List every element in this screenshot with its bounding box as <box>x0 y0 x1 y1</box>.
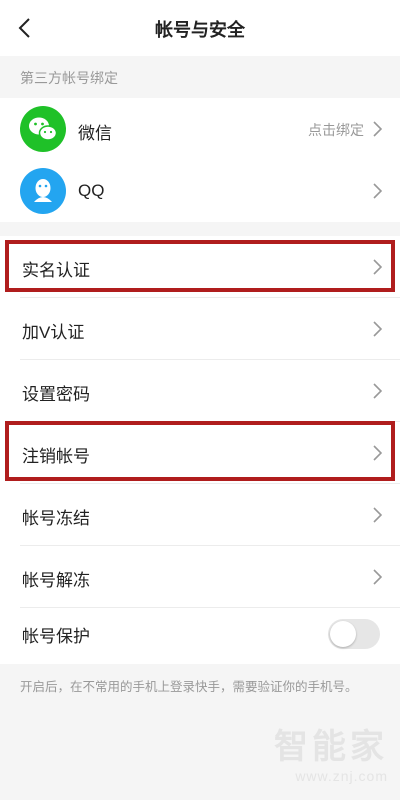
wechat-bind-status: 点击绑定 <box>308 122 364 138</box>
chevron-right-icon <box>373 569 382 585</box>
wechat-label: 微信 <box>78 124 112 143</box>
protection-label: 帐号保护 <box>22 627 90 646</box>
watermark: 智能家 www.znj.com <box>274 719 388 784</box>
settings-row-password[interactable]: 设置密码 <box>0 360 400 422</box>
unfreeze-label: 帐号解冻 <box>22 571 90 590</box>
settings-row-freeze[interactable]: 帐号冻结 <box>0 484 400 546</box>
chevron-right-icon <box>373 121 382 137</box>
chevron-right-icon <box>373 259 382 275</box>
settings-row-real-name[interactable]: 实名认证 <box>0 236 400 298</box>
chevron-right-icon <box>373 183 382 199</box>
settings-row-deactivate[interactable]: 注销帐号 <box>0 422 400 484</box>
third-party-row-wechat[interactable]: 微信 点击绑定 <box>0 98 400 160</box>
deactivate-label: 注销帐号 <box>22 447 90 466</box>
protection-toggle[interactable] <box>328 619 380 649</box>
toggle-knob <box>330 621 356 647</box>
qq-icon <box>20 168 66 214</box>
qq-label: QQ <box>78 181 105 200</box>
settings-row-unfreeze[interactable]: 帐号解冻 <box>0 546 400 608</box>
settings-row-verify-v[interactable]: 加V认证 <box>0 298 400 360</box>
watermark-url: www.znj.com <box>295 768 388 784</box>
page-title: 帐号与安全 <box>155 20 245 40</box>
verify-v-label: 加V认证 <box>22 323 85 342</box>
chevron-right-icon <box>373 445 382 461</box>
wechat-icon <box>20 106 66 152</box>
watermark-brand: 智能家 <box>274 728 388 766</box>
freeze-label: 帐号冻结 <box>22 509 90 528</box>
password-label: 设置密码 <box>22 385 90 404</box>
settings-row-protection: 帐号保护 <box>0 602 400 664</box>
section-label-third-party: 第三方帐号绑定 <box>20 70 118 86</box>
protection-hint-text: 开启后，在不常用的手机上登录快手，需要验证你的手机号。 <box>20 680 358 694</box>
chevron-right-icon <box>373 507 382 523</box>
third-party-group: 微信 点击绑定 QQ <box>0 98 400 222</box>
chevron-right-icon <box>373 383 382 399</box>
chevron-right-icon <box>373 321 382 337</box>
real-name-label: 实名认证 <box>22 261 90 280</box>
settings-group: 实名认证 加V认证 设置密码 注销帐号 帐号冻结 帐号解冻 帐号保护 <box>0 236 400 664</box>
third-party-row-qq[interactable]: QQ <box>0 160 400 222</box>
header-bar: 帐号与安全 <box>0 0 400 56</box>
